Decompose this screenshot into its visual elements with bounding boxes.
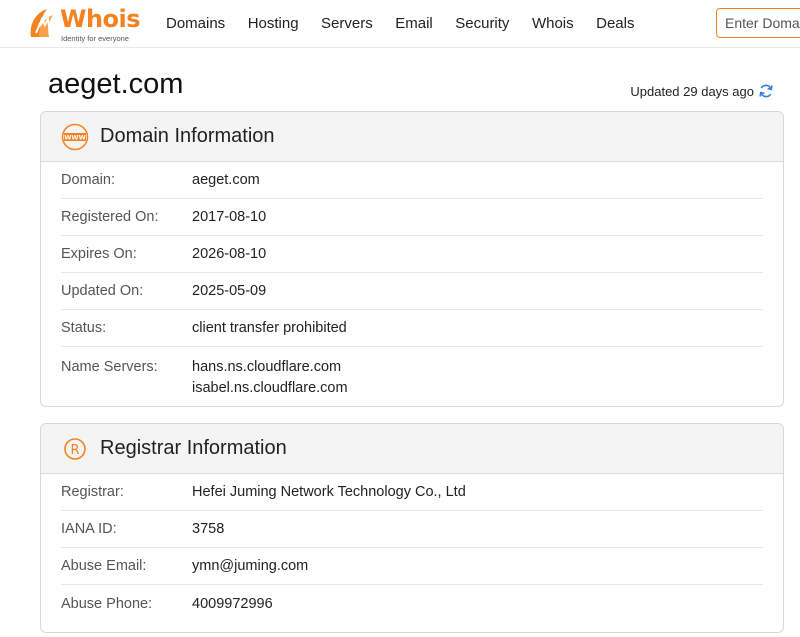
registrar-value: Hefei Juming Network Technology Co., Ltd (192, 484, 466, 500)
domain-information-title: Domain Information (100, 125, 275, 147)
nav-email[interactable]: Email (395, 15, 433, 32)
expires-on-value: 2026-08-10 (192, 246, 267, 262)
registered-on-label: Registered On: (61, 209, 159, 225)
nav-security[interactable]: Security (455, 15, 509, 32)
iana-id-value: 3758 (192, 521, 225, 537)
whois-logo-icon (30, 9, 53, 37)
whois-logo[interactable]: Whois Identity for everyone (27, 5, 147, 43)
domain-label: Domain: (61, 172, 115, 188)
status-label: Status: (61, 320, 107, 336)
refresh-icon[interactable] (758, 83, 774, 99)
svg-text:WWW: WWW (64, 133, 86, 141)
nav-hosting[interactable]: Hosting (248, 15, 299, 32)
domain-value: aeget.com (192, 172, 260, 188)
registrar-information-title: Registrar Information (100, 437, 287, 459)
registered-icon: R (61, 435, 89, 463)
name-servers-label: Name Servers: (61, 359, 158, 375)
updated-on-row: Updated On: 2025-05-09 (61, 273, 763, 310)
expires-on-label: Expires On: (61, 246, 137, 262)
name-servers-values: hans.ns.cloudflare.com isabel.ns.cloudfl… (192, 357, 348, 399)
name-server-2: isabel.ns.cloudflare.com (192, 380, 348, 396)
last-updated: Updated 29 days ago (630, 83, 774, 99)
nav-servers[interactable]: Servers (321, 15, 373, 32)
status-value: client transfer prohibited (192, 320, 347, 336)
brand-tagline: Identity for everyone (61, 34, 129, 43)
main-nav: Domains Hosting Servers Email Security W… (166, 0, 657, 46)
registrar-information-rows: Registrar: Hefei Juming Network Technolo… (41, 474, 783, 622)
nav-whois[interactable]: Whois (532, 15, 574, 32)
domain-row: Domain: aeget.com (61, 162, 763, 199)
svg-text:R: R (70, 443, 79, 458)
updated-on-label: Updated On: (61, 283, 144, 299)
www-icon: WWW (61, 123, 89, 151)
registrar-label: Registrar: (61, 484, 124, 500)
status-row: Status: client transfer prohibited (61, 310, 763, 347)
page-title: aeget.com (48, 68, 184, 100)
domain-search-input[interactable] (716, 8, 800, 38)
updated-on-value: 2025-05-09 (192, 283, 267, 299)
updated-text: Updated 29 days ago (630, 83, 754, 99)
registrar-information-card: R Registrar Information Registrar: Hefei… (40, 423, 784, 633)
top-navigation-bar: Whois Identity for everyone Domains Host… (0, 0, 800, 48)
abuse-email-row: Abuse Email: ymn@juming.com (61, 548, 763, 585)
abuse-phone-row: Abuse Phone: 4009972996 (61, 585, 763, 622)
name-servers-row: Name Servers: hans.ns.cloudflare.com isa… (61, 347, 763, 403)
abuse-phone-label: Abuse Phone: (61, 595, 153, 612)
nav-domains[interactable]: Domains (166, 15, 225, 32)
registrar-information-header: R Registrar Information (41, 424, 783, 474)
registered-on-row: Registered On: 2017-08-10 (61, 199, 763, 236)
registrar-row: Registrar: Hefei Juming Network Technolo… (61, 474, 763, 511)
expires-on-row: Expires On: 2026-08-10 (61, 236, 763, 273)
registered-on-value: 2017-08-10 (192, 209, 267, 225)
abuse-email-label: Abuse Email: (61, 558, 147, 574)
nav-deals[interactable]: Deals (596, 15, 634, 32)
abuse-phone-value: 4009972996 (192, 595, 273, 612)
domain-information-rows: Domain: aeget.com Registered On: 2017-08… (41, 162, 783, 403)
domain-information-header: WWW Domain Information (41, 112, 783, 162)
brand-name: Whois (60, 5, 141, 33)
abuse-email-value: ymn@juming.com (192, 558, 309, 574)
iana-id-label: IANA ID: (61, 521, 117, 537)
name-server-1: hans.ns.cloudflare.com (192, 359, 342, 375)
domain-information-card: WWW Domain Information Domain: aeget.com… (40, 111, 784, 407)
iana-id-row: IANA ID: 3758 (61, 511, 763, 548)
